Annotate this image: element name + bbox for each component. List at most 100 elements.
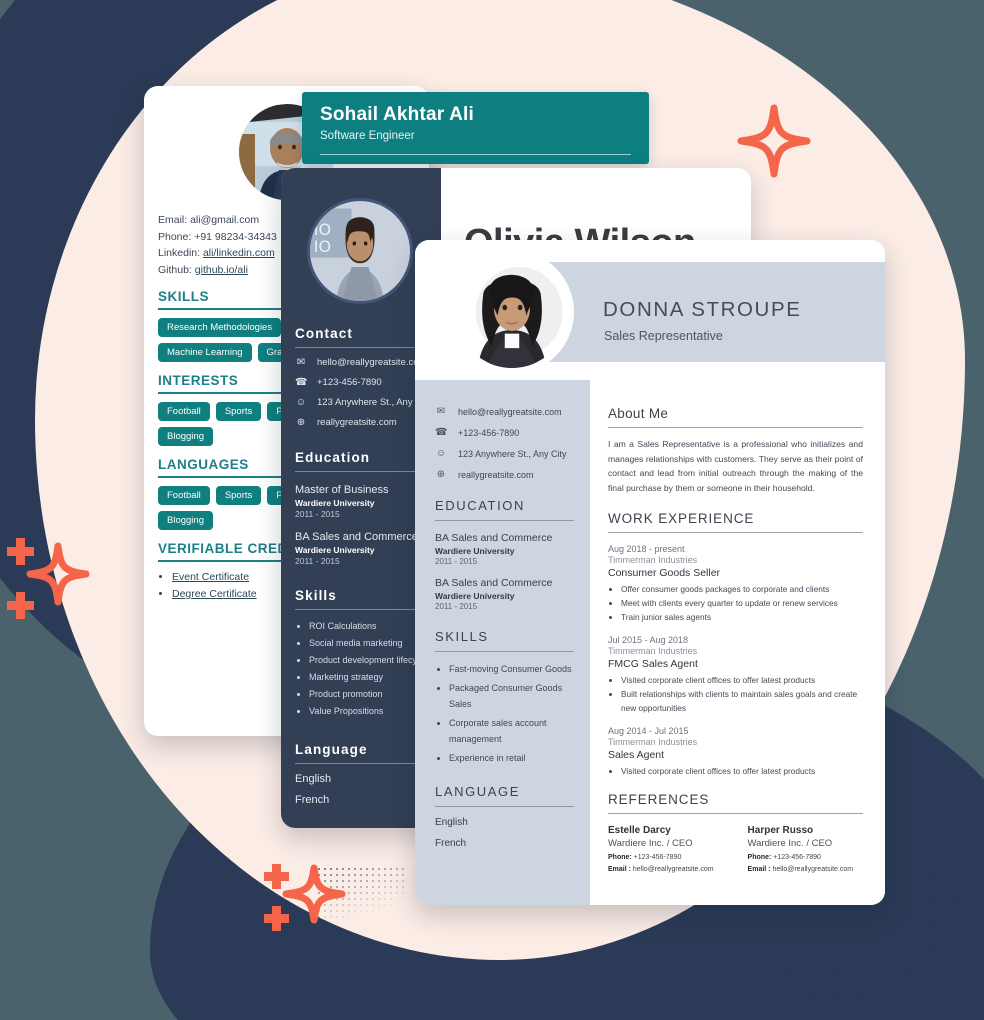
language-chip: Football [158,486,210,505]
donna-role: Sales Representative [604,329,723,343]
donna-header: DONNA STROUPE Sales Representative [415,240,885,380]
job-bullet-list: Visited corporate client offices to offe… [621,673,863,715]
donna-contact-row: ⊕ reallygreatsite.com [435,469,574,480]
job-bullet: Built relationships with clients to main… [621,687,863,715]
donna-education-item: BA Sales and Commerce Wardiere University… [435,577,574,611]
job-company: Timmerman Industries [608,646,698,656]
donna-body: ✉ hello@reallygreatsite.com ☎ +123-456-7890… [415,380,885,905]
job-bullet: Train junior sales agents [621,610,863,624]
job-bullet-list: Offer consumer goods packages to corpora… [621,582,863,624]
donna-left-column: ✉ hello@reallygreatsite.com ☎ +123-456-7890… [415,380,590,905]
job-company: Timmerman Industries [608,737,698,747]
donna-education-list: BA Sales and Commerce Wardiere University… [435,532,574,611]
envelope-icon: ✉ [296,357,306,368]
skill-chip: Research Methodologies [158,318,282,337]
reference-phone-label: Phone: [608,854,634,861]
banner-name: Sohail Akhtar Ali [320,104,475,125]
donna-section-language: LANGUAGE [435,784,574,807]
donna-job-item: Jul 2015 - Aug 2018 Timmerman Industries F… [608,635,863,715]
donna-section-references: REFERENCES [608,792,863,814]
education-years: 2011 - 2015 [435,602,478,611]
job-dates: Jul 2015 - Aug 2018 [608,635,689,645]
donna-skill-list: Fast-moving Consumer Goods Packaged Consu… [449,661,574,766]
donna-skill-item: Fast-moving Consumer Goods [449,661,574,677]
interest-chip: Sports [215,402,262,421]
avatar-donna [450,250,574,374]
donna-language-list: English French [435,817,574,849]
olivia-contact-text: reallygreatsite.com [317,417,397,428]
job-title: Sales Agent [608,749,665,761]
olivia-contact-text: +123-456-7890 [317,377,382,388]
reference-name: Estelle Darcy [608,825,671,836]
donna-contact-text: +123-456-7890 [458,427,520,438]
job-bullet: Meet with clients every quarter to updat… [621,596,863,610]
olivia-section-contact: Contact [295,326,425,348]
education-school: Wardiere University [435,546,515,556]
banner-divider [320,154,631,155]
donna-reference-list: Estelle Darcy Wardiere Inc. / CEO Phone: +… [608,825,863,873]
donna-contact-text: 123 Anywhere St., Any City [458,448,567,459]
envelope-icon: ✉ [436,406,446,417]
donna-contact-list: ✉ hello@reallygreatsite.com ☎ +123-456-7890… [435,406,574,480]
reference-company: Wardiere Inc. / CEO [747,838,833,849]
donna-contact-row: ✉ hello@reallygreatsite.com [435,406,574,417]
donna-section-work: WORK EXPERIENCE [608,511,863,533]
education-degree: BA Sales and Commerce [435,532,553,544]
avatar-olivia: IO IO [307,198,413,304]
donna-skill-item: Experience in retail [449,750,574,766]
job-bullet: Offer consumer goods packages to corpora… [621,582,863,596]
reference-email: Email : hello@reallygreatsite.com [608,866,714,873]
donna-about-text: I am a Sales Representative is a profess… [608,439,863,493]
donna-language-item: English [435,817,468,828]
reference-phone: Phone: +123-456-7890 [608,854,682,861]
interest-chip: Blogging [158,427,213,446]
donna-contact-text: reallygreatsite.com [458,469,534,480]
linkedin-link[interactable]: ali/linkedin.com [203,247,275,259]
job-company: Timmerman Industries [608,555,698,565]
globe-icon: ⊕ [296,417,306,428]
phone-icon: ☎ [435,427,448,438]
credential-link[interactable]: Degree Certificate [172,588,257,600]
donna-section-education: EDUCATION [435,498,574,521]
job-title: Consumer Goods Seller [608,567,721,579]
job-title: FMCG Sales Agent [608,658,698,670]
github-link[interactable]: github.io/ali [195,264,248,276]
resume-card-donna[interactable]: DONNA STROUPE Sales Representative ✉ hell… [415,240,885,905]
job-dates: Aug 2018 - present [608,544,685,554]
reference-name: Harper Russo [747,825,814,836]
donna-job-list: Aug 2018 - present Timmerman Industries Co… [608,544,863,778]
reference-item: Harper Russo Wardiere Inc. / CEO Phone: +1… [748,825,854,873]
donna-right-column: About Me I am a Sales Representative is … [590,380,885,905]
job-bullet: Visited corporate client offices to offe… [621,673,863,687]
credential-link[interactable]: Event Certificate [172,571,249,583]
donna-contact-row: ☎ +123-456-7890 [435,427,574,438]
sparkle-bottom-icon [258,862,354,938]
donna-skill-item: Packaged Consumer Goods Sales [449,680,574,712]
donna-section-about: About Me [608,406,863,428]
sparkle-left-icon [2,530,98,626]
donna-section-skills: SKILLS [435,629,574,652]
olivia-section-skills: Skills [295,588,425,610]
donna-contact-text: hello@reallygreatsite.com [458,406,562,417]
donna-contact-row: ☺ 123 Anywhere St., Any City [435,448,574,459]
reference-email: Email : hello@reallygreatsite.com [747,866,854,873]
sparkle-top-icon [726,100,822,196]
banner-role: Software Engineer [320,130,415,142]
education-years: 2011 - 2015 [435,557,478,566]
job-bullet: Visited corporate client offices to offe… [621,764,863,778]
donna-education-item: BA Sales and Commerce Wardiere University… [435,532,574,566]
education-school: Wardiere University [435,591,515,601]
name-banner-sohail: Sohail Akhtar Ali Software Engineer [302,92,649,164]
reference-email-label: Email : [747,866,773,873]
olivia-section-education: Education [295,450,425,472]
donna-job-item: Aug 2018 - present Timmerman Industries Co… [608,544,863,624]
reference-phone: Phone: +123-456-7890 [747,854,821,861]
donna-skill-item: Corporate sales account management [449,715,574,747]
donna-name: DONNA STROUPE [603,298,802,321]
phone-icon: ☎ [295,377,308,388]
reference-item: Estelle Darcy Wardiere Inc. / CEO Phone: +… [608,825,714,873]
olivia-contact-text: hello@reallygreatsite.com [317,357,427,368]
interest-chip: Football [158,402,210,421]
donna-language-item: French [435,838,467,849]
language-chip: Sports [215,486,262,505]
